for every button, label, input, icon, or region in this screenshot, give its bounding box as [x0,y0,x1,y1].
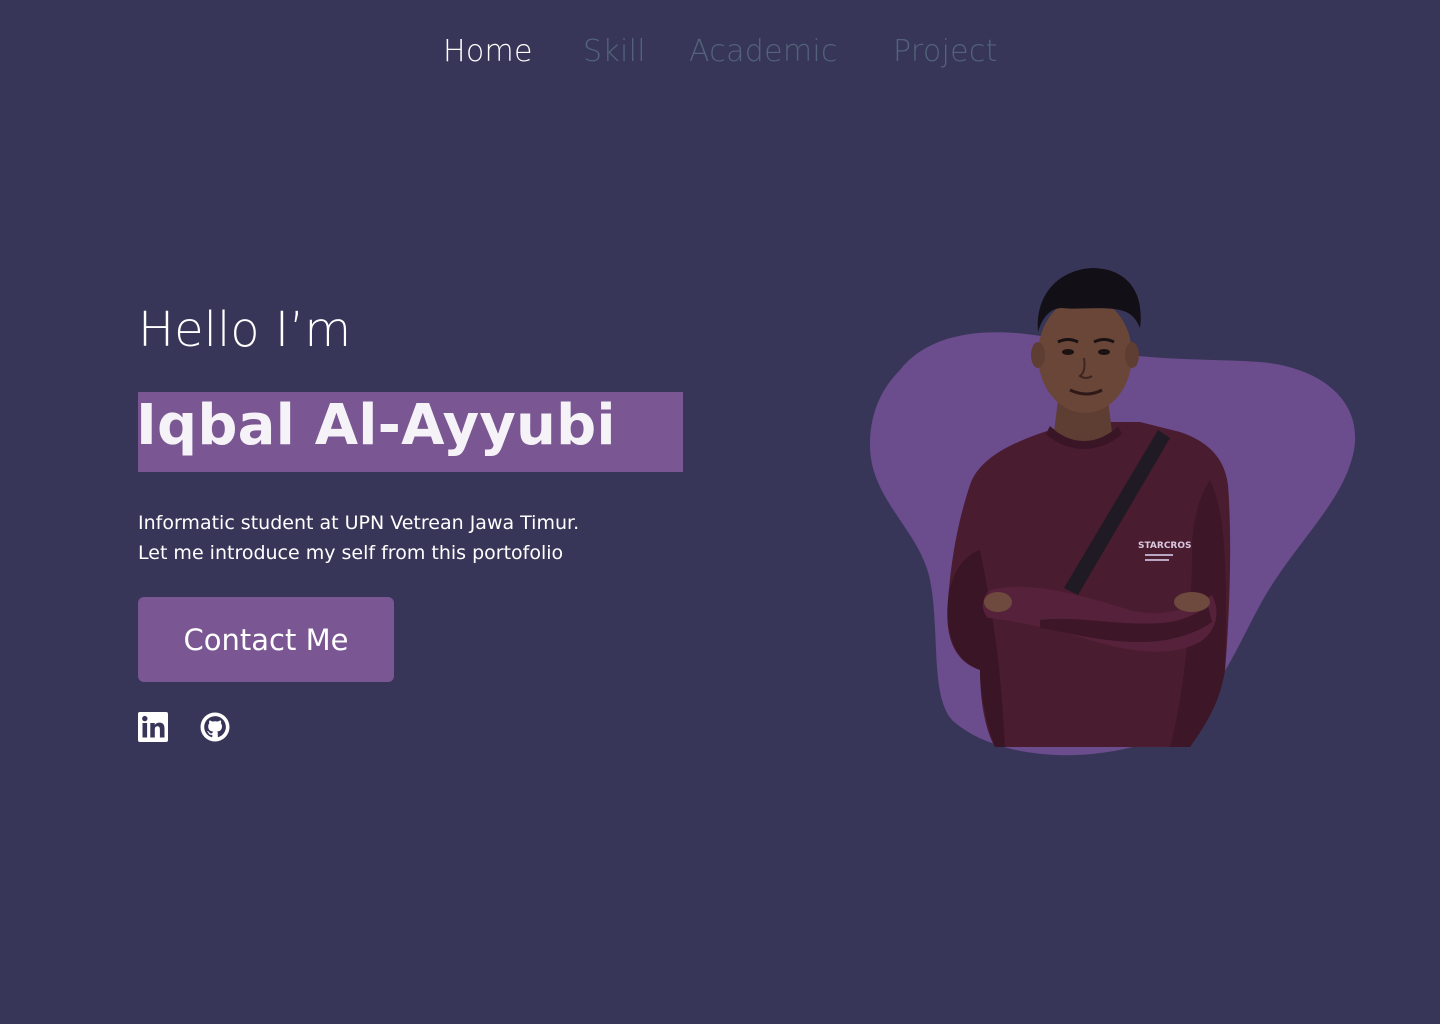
nav-link-project[interactable]: Project [893,34,998,69]
linkedin-icon[interactable] [138,712,168,742]
nav-link-skill[interactable]: Skill [583,34,646,69]
portfolio-page: Home Skill Academic Project Hello I’m Iq… [0,0,1440,1024]
hero-description: Informatic student at UPN Vetrean Jawa T… [138,508,579,568]
hero-description-line-2: Let me introduce my self from this porto… [138,542,564,564]
hero-portrait-image: STARCROS [870,268,1356,756]
top-nav: Home Skill Academic Project [0,30,1440,76]
nav-link-academic[interactable]: Academic [689,34,838,69]
contact-me-button[interactable]: Contact Me [138,597,394,682]
nav-link-home[interactable]: Home [443,34,533,69]
github-icon[interactable] [200,712,230,742]
shirt-print-text: STARCROS [1138,541,1192,551]
hero-greeting: Hello I’m [138,302,352,358]
hero-description-line-1: Informatic student at UPN Vetrean Jawa T… [138,512,580,534]
hero-name: Iqbal Al-Ayyubi [136,393,616,458]
